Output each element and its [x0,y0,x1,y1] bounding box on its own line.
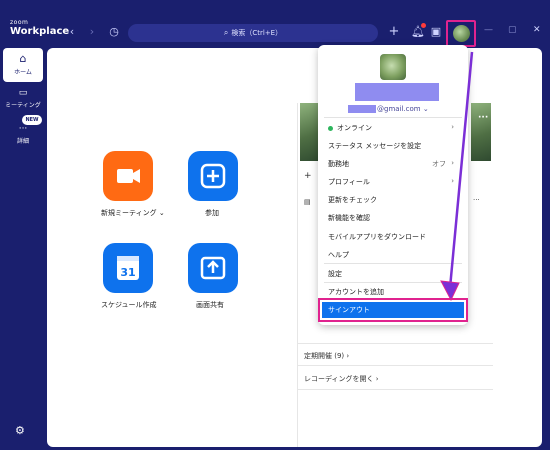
redacted-email-prefix [348,105,376,113]
new-badge: NEW [22,115,42,125]
schedule-label: スケジュール作成 [101,301,157,309]
more-options-icon[interactable]: ··· [478,113,488,123]
chevron-right-icon: › [451,123,454,131]
account-email[interactable]: @gmail.com ⌄ [348,105,429,113]
panel-divider [298,389,493,390]
menu-item-signout[interactable]: サインアウト [322,302,464,318]
minimize-icon[interactable]: — [484,25,493,35]
sidebar-item-home[interactable]: ⌂ ホーム [3,48,43,82]
new-meeting-label: 新規ミーティング ⌄ [101,209,165,217]
sidebar: ⌂ ホーム ▭ ミーティング ··· 詳細 ⚙ [0,48,46,450]
sidebar-home-label: ホーム [14,69,32,76]
join-label: 参加 [205,209,219,217]
new-meeting-button[interactable] [103,151,153,201]
title-bar: zoom Workplace ‹ › ◷ ⌕ 検索（Ctrl+E） + 🔔︎ ▣ … [0,18,550,48]
zoom-logo: zoom Workplace [10,20,69,37]
calendar-small-icon[interactable]: ▤ [304,198,311,206]
open-recordings-link[interactable]: レコーディングを開く › [304,374,379,384]
menu-item-check-updates[interactable]: 更新をチェック [328,195,468,205]
menu-avatar [380,54,406,80]
chevron-right-icon: › [375,375,379,383]
zoom-window: zoom Workplace ‹ › ◷ ⌕ 検索（Ctrl+E） + 🔔︎ ▣ … [0,0,550,450]
settings-gear-icon[interactable]: ⚙ [15,424,25,437]
share-up-arrow-icon [200,256,226,280]
whiteboard-icon[interactable]: ▣ [428,24,444,40]
redacted-name [355,83,439,101]
logo-big-text: Workplace [10,26,70,37]
chevron-right-icon: › [451,177,454,185]
schedule-button[interactable]: 31 [103,243,153,293]
video-camera-icon [117,169,140,183]
add-icon[interactable]: + [304,171,312,181]
menu-divider [324,117,462,118]
search-icon: ⌕ [223,28,229,37]
share-screen-label: 画面共有 [196,301,224,309]
menu-item-add-account[interactable]: アカウントを追加 [328,287,468,297]
chevron-down-icon[interactable]: ⌄ [159,209,165,217]
panel-more-icon[interactable]: ··· [473,196,480,204]
sidebar-meeting-label: ミーティング [5,102,41,109]
menu-item-work-location[interactable]: 勤務地 オフ › [328,159,468,169]
history-icon[interactable]: ◷ [106,24,122,40]
menu-item-profile[interactable]: プロフィール › [328,177,468,187]
maximize-icon[interactable]: ▢ [508,25,517,35]
more-dots-icon: ··· [18,124,28,134]
chevron-right-icon: › [346,352,350,360]
menu-item-status-message[interactable]: ステータス メッセージを設定 [328,141,468,151]
sidebar-item-meetings[interactable]: ▭ ミーティング [0,88,46,109]
back-icon[interactable]: ‹ [64,24,80,40]
background-photo-right [471,103,491,161]
forward-icon[interactable]: › [84,24,100,40]
share-screen-button[interactable] [188,243,238,293]
signout-highlight-box: サインアウト [318,298,468,322]
avatar [453,25,470,42]
plus-icon[interactable]: + [386,24,402,40]
menu-divider [324,282,462,283]
close-icon[interactable]: ✕ [533,25,541,35]
search-bar[interactable]: ⌕ 検索（Ctrl+E） [128,24,378,42]
menu-item-download-mobile[interactable]: モバイルアプリをダウンロード [328,232,468,242]
profile-avatar-button[interactable] [446,20,476,47]
recurring-meetings-link[interactable]: 定期開催 (9) › [304,351,349,361]
notification-dot [421,23,426,28]
meeting-camera-icon: ▭ [18,88,28,98]
panel-divider [298,365,493,366]
sidebar-item-more[interactable]: ··· 詳細 [0,124,46,145]
search-placeholder: 検索（Ctrl+E） [231,29,283,37]
profile-menu: @gmail.com ⌄ オンライン › ステータス メッセージを設定 勤務地 オフ… [318,45,468,325]
calendar-icon: 31 [117,256,139,280]
plus-icon [200,163,226,189]
menu-item-help[interactable]: ヘルプ [328,250,468,260]
join-button[interactable] [188,151,238,201]
sidebar-more-label: 詳細 [16,138,29,145]
menu-item-settings[interactable]: 設定 [328,269,468,279]
menu-item-whats-new[interactable]: 新機能を確認 [328,213,468,223]
panel-divider [298,343,493,344]
online-status-dot [328,125,333,131]
menu-divider [324,263,462,264]
calendar-day-number: 31 [120,266,135,279]
chevron-right-icon: › [451,159,454,167]
chevron-down-icon: ⌄ [422,105,429,113]
home-icon: ⌂ [19,52,27,65]
menu-item-status-online[interactable]: オンライン › [328,123,468,133]
